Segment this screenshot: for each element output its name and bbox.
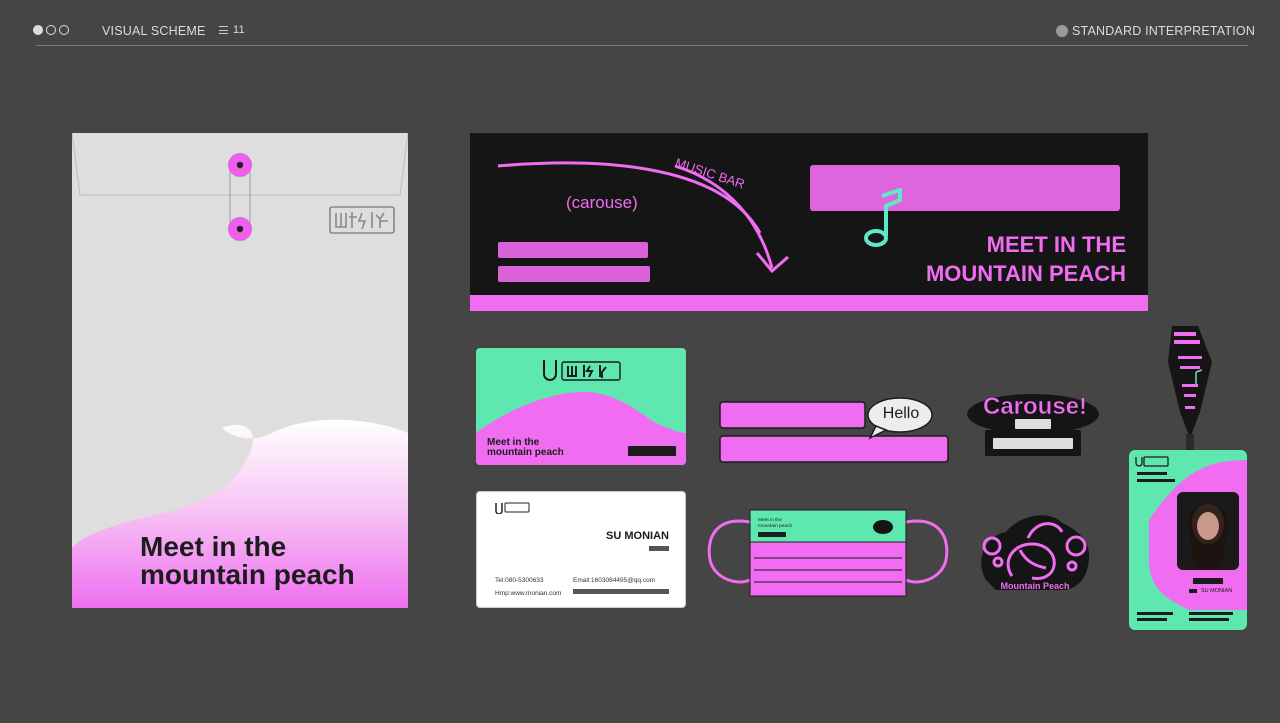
id-badge-graphic — [1135, 456, 1247, 621]
card-address-lettering — [573, 589, 669, 594]
page-number: 11 — [233, 24, 245, 36]
logo-icon — [495, 502, 530, 514]
logo-icon — [543, 360, 621, 381]
billboard-banner: MUSIC BAR (carouse) MEET IN THE MOUNTAIN… — [470, 133, 1148, 311]
card-title-lettering — [649, 546, 669, 551]
envelope-tagline-line2: mountain peach — [140, 559, 355, 590]
window-dots — [33, 25, 69, 35]
chinese-tag-lettering — [628, 446, 676, 456]
badge-name-en: SU MONIAN — [1201, 588, 1233, 594]
slogan-sticker: Hello — [718, 396, 958, 470]
logo-icon — [329, 206, 395, 234]
card-tel: Tel:080-5300633 — [495, 577, 544, 584]
hello-bubble-text: Hello — [882, 405, 920, 422]
envelope-tagline-line1: Meet in the — [140, 531, 287, 562]
envelope-mockup: Meet in the mountain peach — [72, 133, 408, 608]
status-dot-icon — [1056, 25, 1068, 37]
id-badge: SU MONIAN — [1129, 450, 1247, 630]
chinese-slogan-lettering — [498, 242, 650, 282]
billboard-meet-text: MEET IN THE MOUNTAIN PEACH — [926, 230, 1126, 288]
carouse-label: (carouse) — [566, 193, 638, 212]
header-divider — [36, 45, 1248, 46]
card-name: SU MONIAN — [606, 530, 669, 542]
card-email: Email:1603084495@qq.com — [573, 577, 656, 584]
dot-outline-icon — [59, 25, 69, 35]
peach-sticker: Mountain Peach — [976, 510, 1094, 594]
peach-sticker-label: Mountain Peach — [1000, 581, 1070, 591]
music-note-icon — [864, 188, 902, 247]
face-mask-mockup: Meet in the mountain peach — [706, 508, 950, 598]
list-icon — [219, 26, 228, 34]
billboard-meet-line2: MOUNTAIN PEACH — [925, 261, 1126, 286]
gift-card-tagline-line2: mountain peach — [487, 447, 564, 458]
card-website: Hmp:www.monian.com — [495, 590, 562, 597]
section-title: VISUAL SCHEME — [102, 24, 206, 38]
logo-icon — [1135, 456, 1169, 467]
header-right-label: STANDARD INTERPRETATION — [1072, 24, 1256, 38]
carouse-title: Carouse! — [982, 393, 1088, 421]
carouse-sticker: Carouse! — [967, 392, 1103, 460]
face-mask-graphic — [707, 509, 949, 597]
dot-filled-icon — [33, 25, 43, 35]
lanyard-strap — [1168, 326, 1212, 450]
billboard-meet-line1: MEET IN THE — [986, 232, 1126, 257]
gift-card: Meet in the mountain peach — [476, 348, 686, 465]
mask-tagline-line2: mountain peach — [758, 524, 793, 529]
business-card: SU MONIAN Tel:080-5300633 Hmp:www.monian… — [476, 491, 686, 608]
dot-outline-icon — [46, 25, 56, 35]
chinese-headline-lettering — [810, 165, 1120, 211]
